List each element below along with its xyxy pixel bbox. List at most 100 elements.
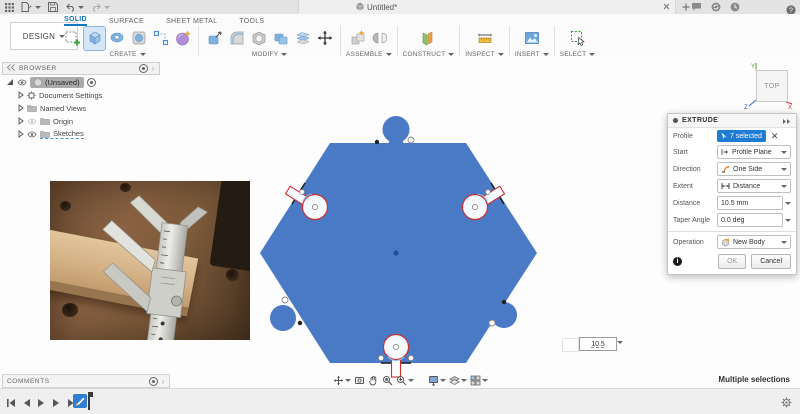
tab-tools[interactable]: TOOLS xyxy=(239,18,264,26)
path-pattern-button[interactable] xyxy=(150,27,171,50)
operation-select[interactable]: New Body xyxy=(717,235,791,249)
visibility-eye-off-icon[interactable] xyxy=(27,118,37,125)
undo-icon[interactable] xyxy=(65,3,84,12)
redo-icon[interactable] xyxy=(91,3,110,12)
root-document-chip[interactable]: (Unsaved) xyxy=(30,77,84,88)
expand-triangle-icon[interactable] xyxy=(18,130,24,138)
distance-dimension-input[interactable] xyxy=(579,337,617,351)
timeline-go-start-button[interactable] xyxy=(6,395,16,413)
extrude-button[interactable] xyxy=(84,27,105,50)
timeline-step-forward-button[interactable] xyxy=(52,395,61,413)
grid-display-icon[interactable] xyxy=(449,375,467,386)
combine-button[interactable] xyxy=(270,27,291,50)
select-button[interactable] xyxy=(567,27,588,50)
distance-spinner-icon[interactable] xyxy=(785,202,791,205)
tab-solid[interactable]: SOLID xyxy=(64,16,87,26)
tab-surface[interactable]: SURFACE xyxy=(109,18,144,26)
path-pattern-icon xyxy=(152,29,170,47)
zoom-icon[interactable] xyxy=(396,375,414,386)
new-component-icon xyxy=(349,29,367,47)
file-icon[interactable] xyxy=(21,2,41,12)
look-at-icon[interactable] xyxy=(382,375,393,386)
browser-item-document-settings[interactable]: Document Settings xyxy=(2,89,160,101)
extent-select[interactable]: Distance xyxy=(717,179,791,193)
create-sketch-button[interactable] xyxy=(62,27,83,50)
create-form-button[interactable] xyxy=(172,27,193,50)
browser-root-item[interactable]: (Unsaved) xyxy=(2,76,160,88)
browser-item-sketches[interactable]: Sketches xyxy=(2,128,160,140)
expand-triangle-icon[interactable] xyxy=(18,117,24,125)
sketch-feature-icon xyxy=(75,396,85,406)
browser-item-origin[interactable]: Origin xyxy=(2,115,160,127)
timeline-options-gear-icon[interactable] xyxy=(781,395,792,413)
collapse-arrows-icon[interactable] xyxy=(7,64,15,73)
fillet-button[interactable] xyxy=(226,27,247,50)
browser-item-named-views[interactable]: Named Views xyxy=(2,102,160,114)
profile-selected-chip[interactable]: 7 selected xyxy=(717,130,766,142)
timeline-playhead-flag[interactable] xyxy=(88,392,93,397)
tab-sheet-metal[interactable]: SHEET METAL xyxy=(166,18,217,26)
revolve-button[interactable] xyxy=(106,27,127,50)
viewcube[interactable]: Y X Z TOP xyxy=(742,62,794,110)
info-icon[interactable]: i xyxy=(673,257,682,266)
cancel-button[interactable]: Cancel xyxy=(751,254,791,269)
viewcube-top-face[interactable]: TOP xyxy=(756,70,788,102)
new-component-button[interactable] xyxy=(347,27,368,50)
create-form-icon xyxy=(174,29,192,47)
taper-spinner-icon[interactable] xyxy=(785,219,791,222)
dimension-dropdown-icon[interactable] xyxy=(617,341,623,344)
chevron-down-icon xyxy=(781,168,787,171)
timeline-step-back-button[interactable] xyxy=(22,395,31,413)
distance-field[interactable]: 10.5 mm xyxy=(717,196,783,210)
sweep-button[interactable] xyxy=(128,27,149,50)
save-icon[interactable] xyxy=(48,2,58,12)
construct-plane-button[interactable] xyxy=(418,27,439,50)
close-tab-icon[interactable] xyxy=(661,1,672,12)
display-settings-icon[interactable] xyxy=(428,375,446,386)
direction-select[interactable]: One Side xyxy=(717,162,791,176)
activate-component-radio[interactable] xyxy=(87,78,96,87)
panel-resize-handle[interactable]: › xyxy=(162,377,165,386)
viewports-icon[interactable] xyxy=(470,375,488,386)
hand-pan-icon[interactable] xyxy=(368,375,379,386)
extrude-dialog-header[interactable]: EXTRUDE xyxy=(668,114,796,128)
shell-button[interactable] xyxy=(248,27,269,50)
comment-icon[interactable] xyxy=(691,2,702,12)
press-pull-button[interactable] xyxy=(204,27,225,50)
timeline-sketch-feature[interactable] xyxy=(73,394,87,408)
timeline-play-button[interactable] xyxy=(37,395,46,413)
folder-icon xyxy=(40,117,50,125)
dialog-expand-icon[interactable] xyxy=(782,112,791,130)
center-point[interactable] xyxy=(393,250,398,255)
app-grid-icon[interactable] xyxy=(5,3,14,12)
taper-angle-field[interactable]: 0.0 deg xyxy=(717,213,783,227)
expand-triangle-icon[interactable] xyxy=(18,91,24,99)
start-select[interactable]: Profile Plane xyxy=(717,145,791,159)
browser-header[interactable]: BROWSER › xyxy=(2,62,160,75)
offset-face-button[interactable] xyxy=(292,27,313,50)
panel-resize-handle[interactable]: › xyxy=(152,64,155,73)
comments-panel[interactable]: COMMENTS › xyxy=(2,374,170,388)
measure-button[interactable] xyxy=(474,27,495,50)
pan-icon[interactable] xyxy=(333,375,351,386)
sync-icon[interactable] xyxy=(711,2,721,12)
resize-corner-icon xyxy=(6,78,14,86)
model-canvas[interactable]: Y X Z TOP BROWSER › xyxy=(0,57,800,388)
ok-button[interactable]: OK xyxy=(718,254,746,269)
move-copy-button[interactable] xyxy=(314,27,335,50)
document-tab[interactable] xyxy=(298,0,676,14)
visibility-eye-icon[interactable] xyxy=(17,79,27,86)
fit-icon[interactable] xyxy=(354,375,365,386)
add-tab-icon[interactable] xyxy=(680,1,691,12)
browser-filter-icon[interactable] xyxy=(139,64,148,73)
comments-filter-icon[interactable] xyxy=(149,377,158,386)
visibility-eye-icon[interactable] xyxy=(27,131,37,138)
browser-panel: BROWSER › (Unsaved) xyxy=(2,62,160,140)
reference-photo[interactable] xyxy=(50,181,250,340)
profile-clear-button[interactable]: ✕ xyxy=(771,132,779,141)
history-icon[interactable] xyxy=(730,2,740,12)
chevron-down-icon xyxy=(440,379,446,382)
insert-canvas-button[interactable] xyxy=(521,27,542,50)
expand-triangle-icon[interactable] xyxy=(18,104,24,112)
joint-button[interactable] xyxy=(369,27,390,50)
